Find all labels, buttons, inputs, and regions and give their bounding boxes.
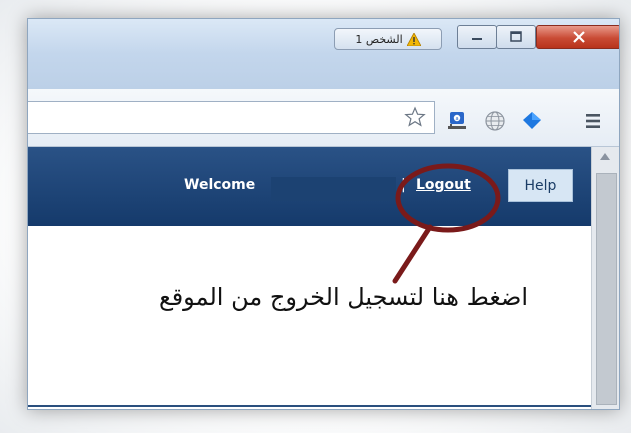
maximize-button[interactable]: [496, 25, 536, 49]
welcome-label: Welcome: [184, 177, 256, 193]
page-content: Welcome | Logout Help اضغط هنا لتسجيل ال…: [28, 147, 591, 409]
scroll-thumb[interactable]: [596, 173, 617, 405]
browser-toolbar: a: [28, 89, 619, 147]
vertical-scrollbar[interactable]: [591, 147, 619, 409]
title-bar: الشخص 1: [28, 19, 619, 89]
minimize-button[interactable]: [457, 25, 497, 49]
warning-icon: [406, 32, 421, 46]
scroll-up-arrow-icon[interactable]: [600, 153, 610, 160]
minimize-icon: [472, 38, 482, 40]
site-header: Welcome | Logout Help: [28, 147, 591, 226]
menu-icon[interactable]: [581, 109, 605, 133]
maximize-icon: [510, 31, 522, 42]
logout-link[interactable]: Logout: [416, 177, 471, 193]
browser-window: الشخص 1 a Welcome | Logout Help اضغط هنا…: [27, 18, 620, 410]
instruction-text: اضغط هنا لتسجيل الخروج من الموقع: [158, 283, 528, 311]
profile-label: الشخص 1: [355, 32, 403, 46]
username-redacted: [271, 177, 396, 201]
content-divider: [28, 405, 591, 407]
star-icon[interactable]: [404, 106, 426, 128]
help-button[interactable]: Help: [508, 169, 573, 202]
user-extension-icon[interactable]: a: [445, 109, 469, 133]
globe-icon[interactable]: [483, 109, 507, 133]
address-bar[interactable]: [28, 101, 435, 134]
nav-separator: |: [401, 177, 406, 193]
close-button[interactable]: [536, 25, 619, 49]
close-icon: [572, 31, 585, 43]
diamond-extension-icon[interactable]: [520, 109, 544, 133]
profile-button[interactable]: الشخص 1: [334, 28, 442, 50]
svg-text:a: a: [455, 116, 458, 122]
